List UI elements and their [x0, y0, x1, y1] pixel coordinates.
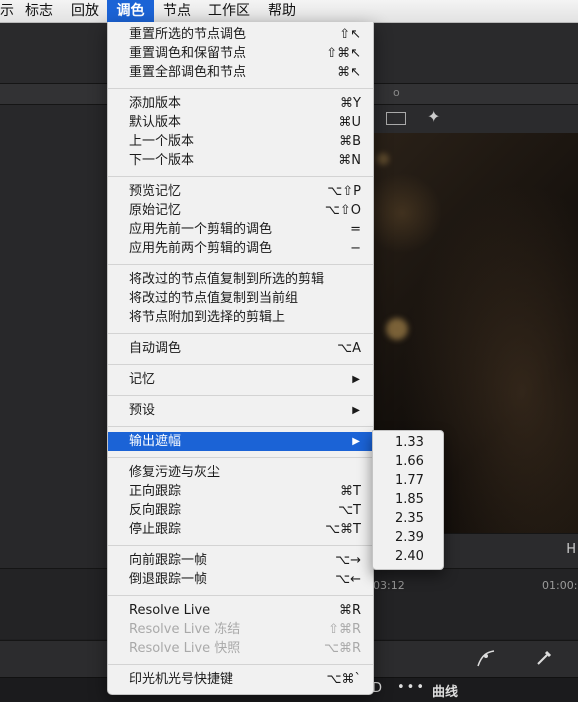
menu-item-next-version[interactable]: 下一个版本 ⌘N — [108, 151, 373, 170]
blanking-option-235[interactable]: 2.35 — [373, 509, 443, 528]
menu-separator — [108, 364, 373, 365]
menu-item-track-one-reverse[interactable]: 倒退跟踪一帧 ⌥← — [108, 570, 373, 589]
menu-item-track-one-forward[interactable]: 向前跟踪一帧 ⌥→ — [108, 551, 373, 570]
menu-separator — [108, 426, 373, 427]
menu-item-reset-grades-keep-nodes[interactable]: 重置调色和保留节点 ⇧⌘↖ — [108, 44, 373, 63]
curves-tool-icon[interactable] — [476, 648, 496, 668]
dot-indicator-icon: o — [393, 86, 400, 99]
menu-item-preview-memory[interactable]: 预览记忆 ⌥⇧P — [108, 182, 373, 201]
menu-separator — [108, 595, 373, 596]
menu-item-copy-node-to-selected[interactable]: 将改过的节点值复制到所选的剪辑 — [108, 270, 373, 289]
menu-separator — [108, 545, 373, 546]
menu-separator — [108, 264, 373, 265]
timecode-b: 01:00:0 — [542, 579, 578, 592]
menubar-item-help[interactable]: 帮助 — [268, 0, 296, 22]
menubar-item-nodes[interactable]: 节点 — [163, 0, 191, 22]
menu-item-previous-version[interactable]: 上一个版本 ⌘B — [108, 132, 373, 151]
color-dropdown-menu: 重置所选的节点调色 ⇧↖ 重置调色和保留节点 ⇧⌘↖ 重置全部调色和节点 ⌘↖ … — [107, 22, 374, 695]
submenu-arrow-icon: ▶ — [352, 374, 360, 385]
menu-item-output-blanking[interactable]: 输出遮幅 ▶ — [108, 432, 373, 451]
menu-separator — [108, 333, 373, 334]
menu-item-add-version[interactable]: 添加版本 ⌘Y — [108, 94, 373, 113]
magic-wand-icon[interactable]: ✦ — [427, 107, 440, 126]
blanking-option-177[interactable]: 1.77 — [373, 471, 443, 490]
menu-item-stop-tracking[interactable]: 停止跟踪 ⌥⌘T — [108, 520, 373, 539]
submenu-arrow-icon: ▶ — [352, 405, 360, 416]
menu-item-copy-node-to-group[interactable]: 将改过的节点值复制到当前组 — [108, 289, 373, 308]
menu-item-original-memory[interactable]: 原始记忆 ⌥⇧O — [108, 201, 373, 220]
menu-item-auto-color[interactable]: 自动调色 ⌥A — [108, 339, 373, 358]
menu-item-resolve-live-snapshot: Resolve Live 快照 ⌥⌘R — [129, 641, 361, 656]
viewer-letter: H — [566, 542, 576, 557]
menu-item-track-reverse[interactable]: 反向跟踪 ⌥T — [108, 501, 373, 520]
grid-view-icon[interactable] — [386, 112, 406, 125]
status-curves-label[interactable]: 曲线 — [432, 681, 458, 700]
menu-separator — [108, 664, 373, 665]
menubar-item-color[interactable]: 调色 — [107, 0, 154, 22]
menubar-item-marker[interactable]: 标志 — [25, 0, 53, 22]
menu-separator — [108, 457, 373, 458]
blanking-option-133[interactable]: 1.33 — [373, 433, 443, 452]
blanking-option-240[interactable]: 2.40 — [373, 547, 443, 566]
menu-item-track-forward[interactable]: 正向跟踪 ⌘T — [108, 482, 373, 501]
menubar-item-playback[interactable]: 回放 — [71, 0, 99, 22]
menu-item-reset-selected-grades[interactable]: 重置所选的节点调色 ⇧↖ — [108, 25, 373, 44]
menubar-item-partial[interactable]: 示 — [0, 0, 14, 22]
menu-item-append-node[interactable]: 将节点附加到选择的剪辑上 — [108, 308, 373, 327]
menu-separator — [108, 176, 373, 177]
menu-item-resolve-live[interactable]: Resolve Live ⌘R — [108, 601, 373, 620]
timecode-a: 03:12 — [373, 579, 405, 592]
menu-item-apply-grade-two-prior[interactable]: 应用先前两个剪辑的调色 − — [108, 239, 373, 258]
menu-item-apply-grade-one-prior[interactable]: 应用先前一个剪辑的调色 = — [108, 220, 373, 239]
menu-item-resolve-live-freeze: Resolve Live 冻结 ⇧⌘R — [129, 622, 361, 637]
output-blanking-submenu: 1.33 1.66 1.77 1.85 2.35 2.39 2.40 — [372, 430, 444, 570]
blanking-option-239[interactable]: 2.39 — [373, 528, 443, 547]
bokeh-light — [377, 153, 389, 165]
menu-item-presets[interactable]: 预设 ▶ — [108, 401, 373, 420]
menu-item-default-version[interactable]: 默认版本 ⌘U — [108, 113, 373, 132]
menu-item-printer-light-keys[interactable]: 印光机光号快捷键 ⌥⌘` — [108, 670, 373, 689]
viewer-toolbar: ✦ — [372, 105, 578, 133]
bokeh-light — [386, 318, 408, 340]
submenu-arrow-icon: ▶ — [352, 436, 360, 447]
menubar-item-workspace[interactable]: 工作区 — [208, 0, 250, 22]
more-options-icon[interactable]: ••• — [397, 680, 426, 695]
blanking-option-166[interactable]: 1.66 — [373, 452, 443, 471]
eyedropper-icon[interactable] — [535, 649, 553, 667]
menu-separator — [108, 88, 373, 89]
menu-item-memory[interactable]: 记忆 ▶ — [108, 370, 373, 389]
blanking-option-185[interactable]: 1.85 — [373, 490, 443, 509]
left-panel — [0, 105, 108, 580]
menu-separator — [108, 395, 373, 396]
menu-item-reset-all-grades[interactable]: 重置全部调色和节点 ⌘↖ — [108, 63, 373, 82]
menu-bar: 示 标志 回放 调色 节点 工作区 帮助 — [0, 0, 578, 23]
menu-item-dust-repair[interactable]: 修复污迹与灰尘 — [108, 463, 373, 482]
